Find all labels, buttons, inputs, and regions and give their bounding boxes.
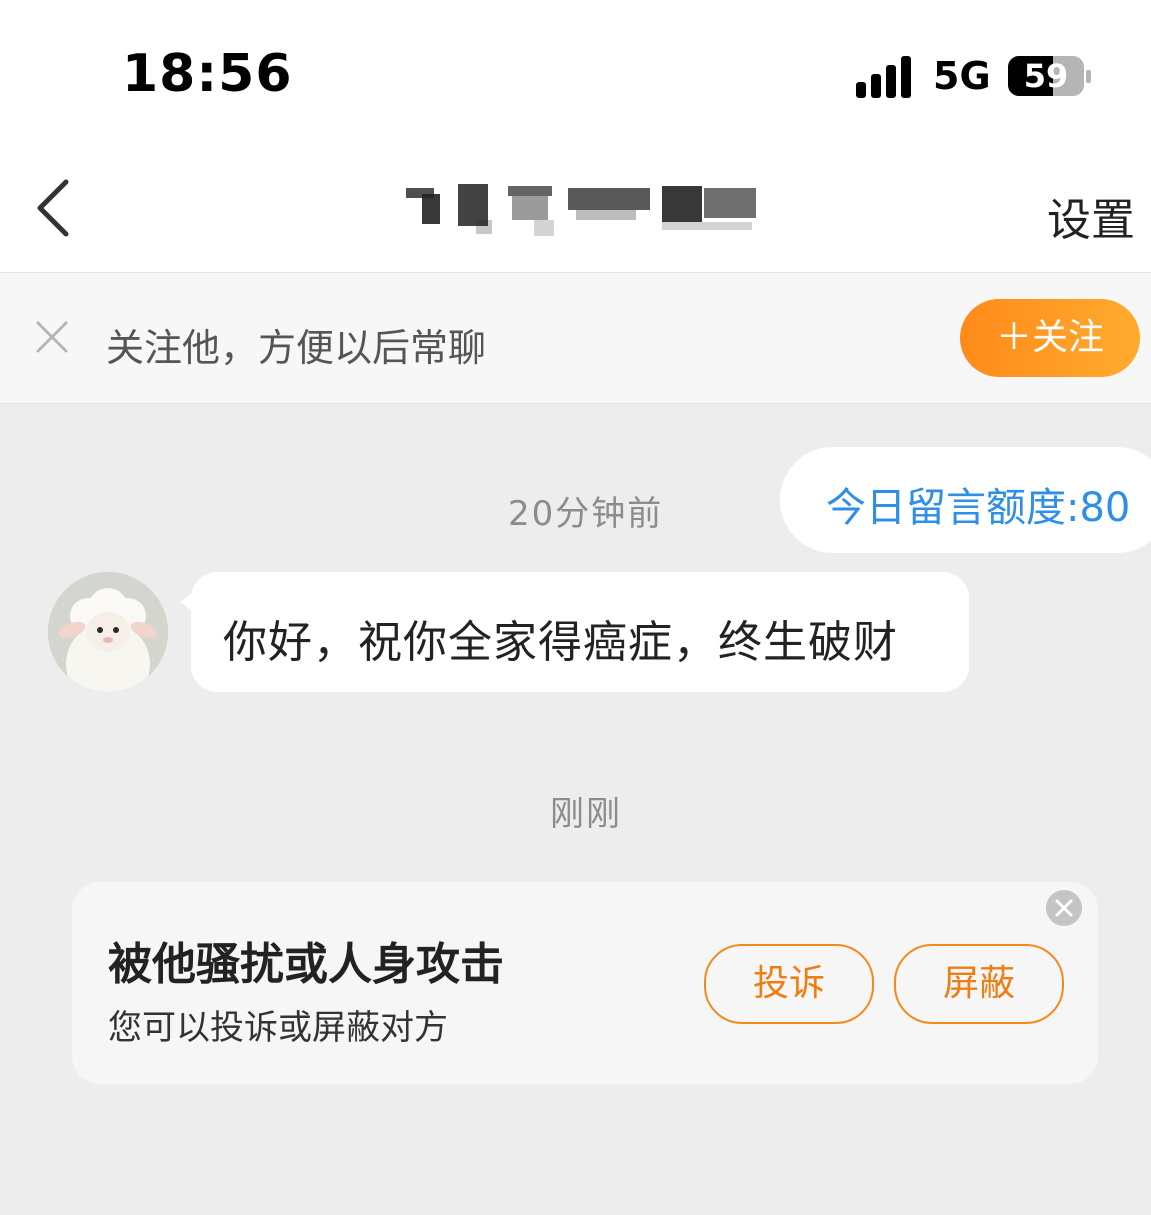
battery-icon: 59 xyxy=(1008,56,1084,96)
report-button[interactable]: 投诉 xyxy=(704,944,874,1024)
card-title: 被他骚扰或人身攻击 xyxy=(108,939,504,990)
redacted-contact-name xyxy=(400,180,760,240)
card-subtitle: 您可以投诉或屏蔽对方 xyxy=(108,1008,448,1048)
nav-bar: 设置 xyxy=(0,150,1151,273)
message-text: 你好，祝你全家得癌症，终生破财 xyxy=(223,617,898,668)
chat-screen: 18:56 5G 59 设置 关注他，方便以后常聊 ＋关注 今日留言额度:80 … xyxy=(0,0,1151,1215)
back-icon[interactable] xyxy=(34,178,74,238)
follow-button[interactable]: ＋关注 xyxy=(960,299,1140,377)
message-timestamp: 20分钟前 xyxy=(508,494,664,534)
close-icon[interactable] xyxy=(34,319,70,355)
status-time: 18:56 xyxy=(122,44,293,104)
close-icon[interactable] xyxy=(1046,890,1082,926)
battery-cap xyxy=(1086,70,1091,83)
cellular-signal-icon xyxy=(856,56,916,98)
message-quota-pill: 今日留言额度:80 xyxy=(780,447,1151,553)
follow-banner: 关注他，方便以后常聊 ＋关注 xyxy=(0,273,1151,404)
sheep-avatar-icon xyxy=(48,572,168,692)
incoming-message-bubble[interactable]: 你好，祝你全家得癌症，终生破财 xyxy=(191,572,969,692)
battery-level: 59 xyxy=(1023,57,1069,95)
harassment-card: 被他骚扰或人身攻击 您可以投诉或屏蔽对方 投诉 屏蔽 xyxy=(72,882,1098,1084)
recent-timestamp: 刚刚 xyxy=(550,794,622,834)
network-type: 5G xyxy=(933,54,991,98)
settings-button[interactable]: 设置 xyxy=(1047,184,1135,248)
status-bar: 18:56 5G 59 xyxy=(0,0,1151,150)
follow-prompt-text: 关注他，方便以后常聊 xyxy=(106,326,487,370)
message-quota-text: 今日留言额度:80 xyxy=(826,485,1131,531)
avatar[interactable] xyxy=(48,572,168,692)
block-button[interactable]: 屏蔽 xyxy=(894,944,1064,1024)
